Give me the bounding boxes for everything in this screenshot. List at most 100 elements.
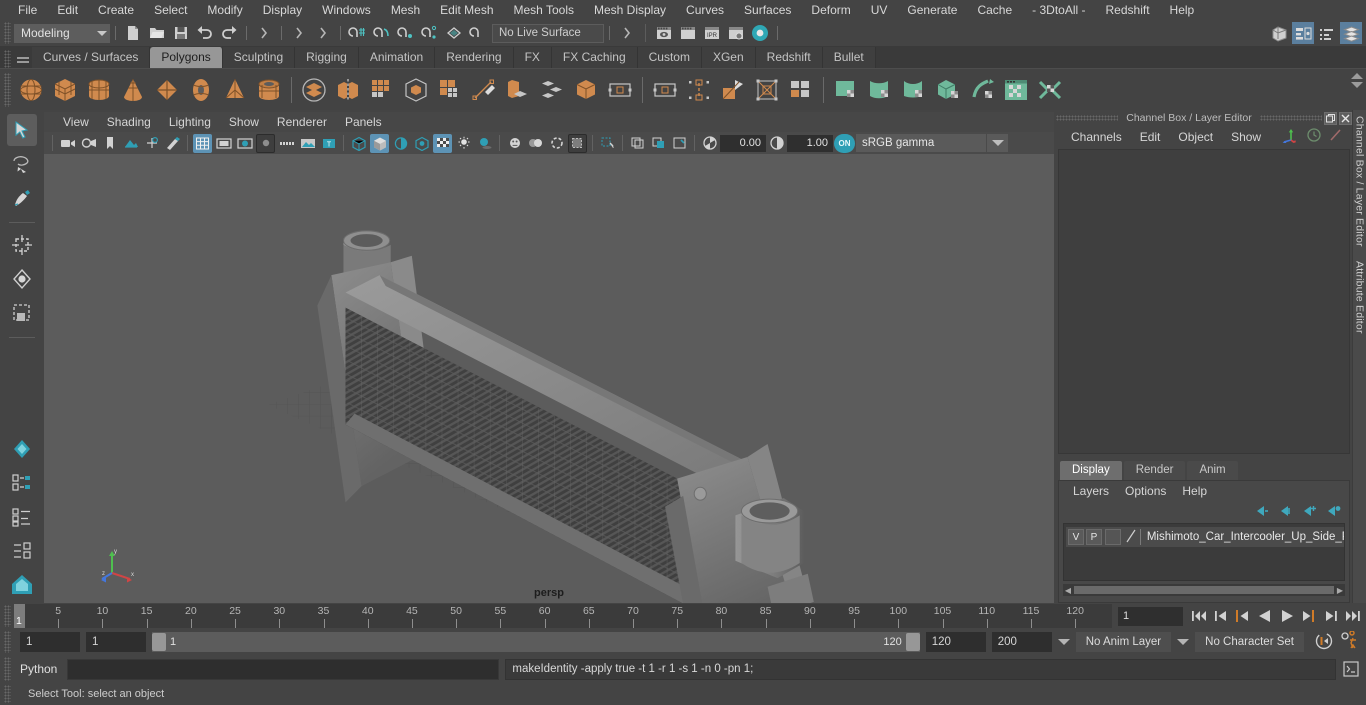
screen-space-ao-icon[interactable] — [505, 134, 524, 153]
uv-cylindrical-icon[interactable] — [863, 73, 897, 107]
channel-menu-object[interactable]: Object — [1169, 130, 1222, 144]
title-safe-icon[interactable]: T — [319, 134, 338, 153]
range-start-handle[interactable] — [152, 633, 166, 651]
layer-menu-help[interactable]: Help — [1174, 484, 1215, 498]
gamma-icon[interactable] — [767, 134, 786, 153]
grid-icon[interactable] — [193, 133, 212, 153]
combine-icon[interactable] — [297, 73, 331, 107]
uv-automatic-icon[interactable] — [931, 73, 965, 107]
scale-tool-icon[interactable] — [7, 297, 37, 329]
play-forwards-icon[interactable] — [1277, 606, 1296, 626]
channel-box-icon[interactable] — [1340, 22, 1362, 44]
menu-create[interactable]: Create — [88, 0, 144, 20]
poly-pyramid-icon[interactable] — [218, 73, 252, 107]
shadows-icon[interactable] — [475, 134, 494, 153]
channel-menu-edit[interactable]: Edit — [1131, 130, 1170, 144]
menu-generate[interactable]: Generate — [897, 0, 967, 20]
hypershade-icon[interactable] — [749, 22, 771, 44]
menu-surfaces[interactable]: Surfaces — [734, 0, 801, 20]
uv-planar-icon[interactable] — [829, 73, 863, 107]
render-sequence-icon[interactable] — [677, 22, 699, 44]
render-settings-icon[interactable] — [725, 22, 747, 44]
layer-tab-display[interactable]: Display — [1060, 461, 1122, 480]
extrude-icon[interactable] — [501, 73, 535, 107]
time-slider-grip[interactable] — [4, 605, 11, 627]
separate-icon[interactable] — [331, 73, 365, 107]
layer-row[interactable]: V P Mishimoto_Car_Intercooler_Up_Side_Pi… — [1066, 527, 1344, 547]
bevel-icon[interactable] — [535, 73, 569, 107]
shelf-menu-icon[interactable] — [14, 48, 32, 68]
command-input[interactable] — [67, 658, 500, 680]
shelf-tab-animation[interactable]: Animation — [358, 47, 436, 68]
menu-mesh-tools[interactable]: Mesh Tools — [504, 0, 584, 20]
multisample-aa-icon[interactable] — [547, 134, 566, 153]
color-management-field[interactable]: sRGB gamma — [856, 134, 986, 152]
viewport-menu-show[interactable]: Show — [220, 112, 268, 132]
close-icon[interactable] — [1339, 111, 1352, 125]
menu-redshift[interactable]: Redshift — [1096, 0, 1160, 20]
uv-spherical-icon[interactable] — [897, 73, 931, 107]
shelf-tab-custom[interactable]: Custom — [637, 47, 702, 68]
redo-icon[interactable] — [218, 22, 240, 44]
shelf-tab-bullet[interactable]: Bullet — [822, 47, 876, 68]
bridge-icon[interactable] — [569, 73, 603, 107]
menu-modify[interactable]: Modify — [197, 0, 252, 20]
channel-box-content[interactable] — [1058, 149, 1350, 454]
poly-pipe-icon[interactable] — [252, 73, 286, 107]
shelf-tab-curves-surfaces[interactable]: Curves / Surfaces — [32, 47, 151, 68]
lasso-select-tool-icon[interactable] — [7, 148, 37, 180]
move-tool-icon[interactable] — [7, 229, 37, 261]
select-by-hierarchy-chevron-icon[interactable] — [616, 22, 638, 44]
layer-list-horizontal-scrollbar[interactable]: ◀ ▶ — [1063, 584, 1345, 596]
move-layer-up-icon[interactable] — [1254, 505, 1269, 520]
current-frame-field[interactable]: 1 — [1118, 606, 1183, 626]
anim-layer-selector[interactable]: No Anim Layer — [1075, 632, 1172, 652]
light-bulb-icon[interactable] — [454, 134, 473, 153]
range-end-handle[interactable] — [905, 633, 920, 651]
exposure-icon[interactable] — [700, 134, 719, 153]
viewport-menu-panels[interactable]: Panels — [336, 112, 391, 132]
multi-cut-icon[interactable] — [716, 73, 750, 107]
color-management-dropdown-icon[interactable] — [986, 134, 1008, 152]
channel-menu-show[interactable]: Show — [1222, 130, 1270, 144]
paint-select-tool-icon[interactable] — [7, 182, 37, 214]
xray-active-components-icon[interactable] — [649, 134, 668, 153]
reduce-icon[interactable] — [784, 73, 818, 107]
pencil-icon[interactable] — [1328, 127, 1344, 146]
side-tab-attribute-editor[interactable]: Attribute Editor — [1354, 261, 1366, 334]
textured-icon[interactable] — [412, 134, 431, 153]
smooth-icon[interactable] — [399, 73, 433, 107]
snap-to-curve-icon[interactable] — [371, 22, 393, 44]
menu-display[interactable]: Display — [253, 0, 312, 20]
motion-blur-icon[interactable] — [526, 134, 545, 153]
snap-to-grid-icon[interactable] — [347, 22, 369, 44]
attribute-editor-icon[interactable] — [1292, 22, 1314, 44]
new-layer-from-selected-icon[interactable] — [1326, 505, 1341, 520]
scroll-right-icon[interactable]: ▶ — [1335, 586, 1345, 595]
poly-cone-icon[interactable] — [116, 73, 150, 107]
poly-cylinder-icon[interactable] — [82, 73, 116, 107]
poly-torus-icon[interactable] — [184, 73, 218, 107]
help-line-grip[interactable] — [4, 685, 11, 703]
play-backwards-icon[interactable] — [1255, 606, 1274, 626]
character-set-selector[interactable]: No Character Set — [1195, 632, 1304, 652]
playback-end-time-field[interactable]: 120 — [925, 632, 986, 652]
shelf-tab-redshift[interactable]: Redshift — [755, 47, 823, 68]
menu-mesh-display[interactable]: Mesh Display — [584, 0, 676, 20]
viewport-texture-icon[interactable] — [670, 134, 689, 153]
fill-hole-icon[interactable] — [648, 73, 682, 107]
new-scene-icon[interactable] — [122, 22, 144, 44]
show-manipulator-tool-icon[interactable] — [7, 501, 37, 533]
time-slider[interactable]: 1 5 10 15 20 25 30 35 40 45 50 55 60 65 70 75 80 85 90 95 1… — [14, 604, 1112, 628]
shelf-tab-xgen[interactable]: XGen — [701, 47, 756, 68]
poly-cube-icon[interactable] — [48, 73, 82, 107]
layer-color-swatch[interactable] — [1104, 529, 1121, 545]
shelf-scroll-arrows[interactable] — [1351, 73, 1363, 88]
snap-to-point-icon[interactable] — [395, 22, 417, 44]
snap-together-tool-icon[interactable] — [7, 467, 37, 499]
new-layer-icon[interactable] — [1302, 505, 1317, 520]
open-scene-icon[interactable] — [146, 22, 168, 44]
character-set-dropdown-icon[interactable] — [1177, 639, 1190, 645]
current-time-indicator[interactable]: 1 — [14, 604, 25, 628]
command-line-grip[interactable] — [4, 657, 11, 681]
